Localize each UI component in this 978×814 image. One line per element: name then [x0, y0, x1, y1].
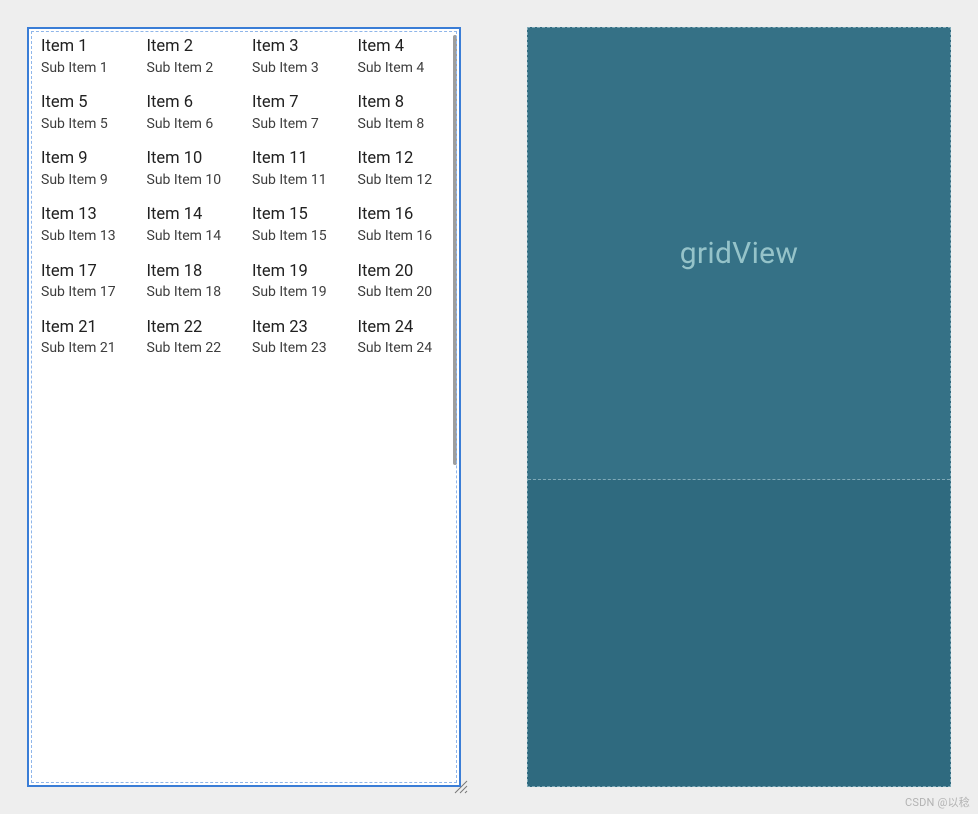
gridview-preview[interactable]: Item 1 Sub Item 1 Item 2 Sub Item 2 Item 3 Su… — [29, 29, 459, 489]
item-subtitle: Sub Item 19 — [252, 284, 342, 302]
grid-cell[interactable]: Item 16 Sub Item 16 — [350, 203, 456, 247]
item-subtitle: Sub Item 23 — [252, 340, 342, 358]
grid-cell[interactable]: Item 23Sub Item 23 — [244, 316, 350, 360]
grid-cell[interactable]: Item 24Sub Item 24 — [350, 316, 456, 360]
grid-cell[interactable]: Item 20Sub Item 20 — [350, 260, 456, 304]
grid-cell[interactable]: Item 4 Sub Item 4 — [350, 35, 456, 79]
grid-cell[interactable]: Item 7 Sub Item 7 — [244, 91, 350, 135]
item-title: Item 22 — [147, 318, 237, 339]
item-title: Item 16 — [358, 205, 448, 226]
item-title: Item 8 — [358, 93, 448, 114]
item-subtitle: Sub Item 21 — [41, 340, 131, 358]
item-subtitle: Sub Item 3 — [252, 60, 342, 78]
item-subtitle: Sub Item 24 — [358, 340, 448, 358]
scrollbar-thumb[interactable] — [453, 35, 457, 465]
item-subtitle: Sub Item 10 — [147, 172, 237, 190]
grid-cell[interactable]: Item 12 Sub Item 12 — [350, 147, 456, 191]
grid-cell[interactable]: Item 18Sub Item 18 — [139, 260, 245, 304]
item-title: Item 20 — [358, 262, 448, 283]
grid-cell[interactable]: Item 10 Sub Item 10 — [139, 147, 245, 191]
item-title: Item 9 — [41, 149, 131, 170]
grid-cell[interactable]: Item 21Sub Item 21 — [33, 316, 139, 360]
item-title: Item 23 — [252, 318, 342, 339]
grid-cell[interactable]: Item 14 Sub Item 14 — [139, 203, 245, 247]
blueprint-surface[interactable]: gridView — [527, 27, 951, 787]
item-subtitle: Sub Item 12 — [358, 172, 448, 190]
grid-cell[interactable]: Item 2 Sub Item 2 — [139, 35, 245, 79]
grid-cell[interactable]: Item 6 Sub Item 6 — [139, 91, 245, 135]
item-subtitle: Sub Item 9 — [41, 172, 131, 190]
item-title: Item 19 — [252, 262, 342, 283]
item-title: Item 4 — [358, 37, 448, 58]
grid-cell[interactable]: Item 3 Sub Item 3 — [244, 35, 350, 79]
layout-editor: Item 1 Sub Item 1 Item 2 Sub Item 2 Item 3 Su… — [27, 27, 951, 787]
grid-cell[interactable]: Item 22Sub Item 22 — [139, 316, 245, 360]
grid-cell[interactable]: Item 15 Sub Item 15 — [244, 203, 350, 247]
item-subtitle: Sub Item 6 — [147, 116, 237, 134]
item-title: Item 3 — [252, 37, 342, 58]
blueprint-widget-label: gridView — [680, 236, 798, 271]
grid-cell[interactable]: Item 5 Sub Item 5 — [33, 91, 139, 135]
item-title: Item 13 — [41, 205, 131, 226]
item-title: Item 5 — [41, 93, 131, 114]
item-title: Item 2 — [147, 37, 237, 58]
item-subtitle: Sub Item 1 — [41, 60, 131, 78]
grid-cell[interactable]: Item 17Sub Item 17 — [33, 260, 139, 304]
item-subtitle: Sub Item 2 — [147, 60, 237, 78]
grid-cell[interactable]: Item 8 Sub Item 8 — [350, 91, 456, 135]
item-title: Item 6 — [147, 93, 237, 114]
item-subtitle: Sub Item 16 — [358, 228, 448, 246]
grid-cell[interactable]: Item 1 Sub Item 1 — [33, 35, 139, 79]
item-subtitle: Sub Item 14 — [147, 228, 237, 246]
item-subtitle: Sub Item 13 — [41, 228, 131, 246]
item-subtitle: Sub Item 17 — [41, 284, 131, 302]
resize-handle-icon — [451, 777, 469, 795]
item-subtitle: Sub Item 18 — [147, 284, 237, 302]
item-title: Item 18 — [147, 262, 237, 283]
item-title: Item 1 — [41, 37, 131, 58]
item-subtitle: Sub Item 15 — [252, 228, 342, 246]
item-title: Item 11 — [252, 149, 342, 170]
grid-cell[interactable]: Item 11 Sub Item 11 — [244, 147, 350, 191]
blueprint-gridview-bounds[interactable]: gridView — [528, 28, 950, 480]
item-title: Item 7 — [252, 93, 342, 114]
item-title: Item 21 — [41, 318, 131, 339]
item-subtitle: Sub Item 11 — [252, 172, 342, 190]
item-title: Item 10 — [147, 149, 237, 170]
item-subtitle: Sub Item 5 — [41, 116, 131, 134]
item-subtitle: Sub Item 4 — [358, 60, 448, 78]
item-subtitle: Sub Item 20 — [358, 284, 448, 302]
grid-cell[interactable]: Item 19Sub Item 19 — [244, 260, 350, 304]
item-title: Item 24 — [358, 318, 448, 339]
grid-cell[interactable]: Item 13 Sub Item 13 — [33, 203, 139, 247]
item-subtitle: Sub Item 8 — [358, 116, 448, 134]
design-surface[interactable]: Item 1 Sub Item 1 Item 2 Sub Item 2 Item 3 Su… — [27, 27, 461, 787]
item-title: Item 15 — [252, 205, 342, 226]
item-subtitle: Sub Item 7 — [252, 116, 342, 134]
item-title: Item 14 — [147, 205, 237, 226]
watermark: CSDN @以稔 — [905, 794, 970, 810]
item-subtitle: Sub Item 22 — [147, 340, 237, 358]
item-title: Item 17 — [41, 262, 131, 283]
grid-cell[interactable]: Item 9 Sub Item 9 — [33, 147, 139, 191]
item-title: Item 12 — [358, 149, 448, 170]
